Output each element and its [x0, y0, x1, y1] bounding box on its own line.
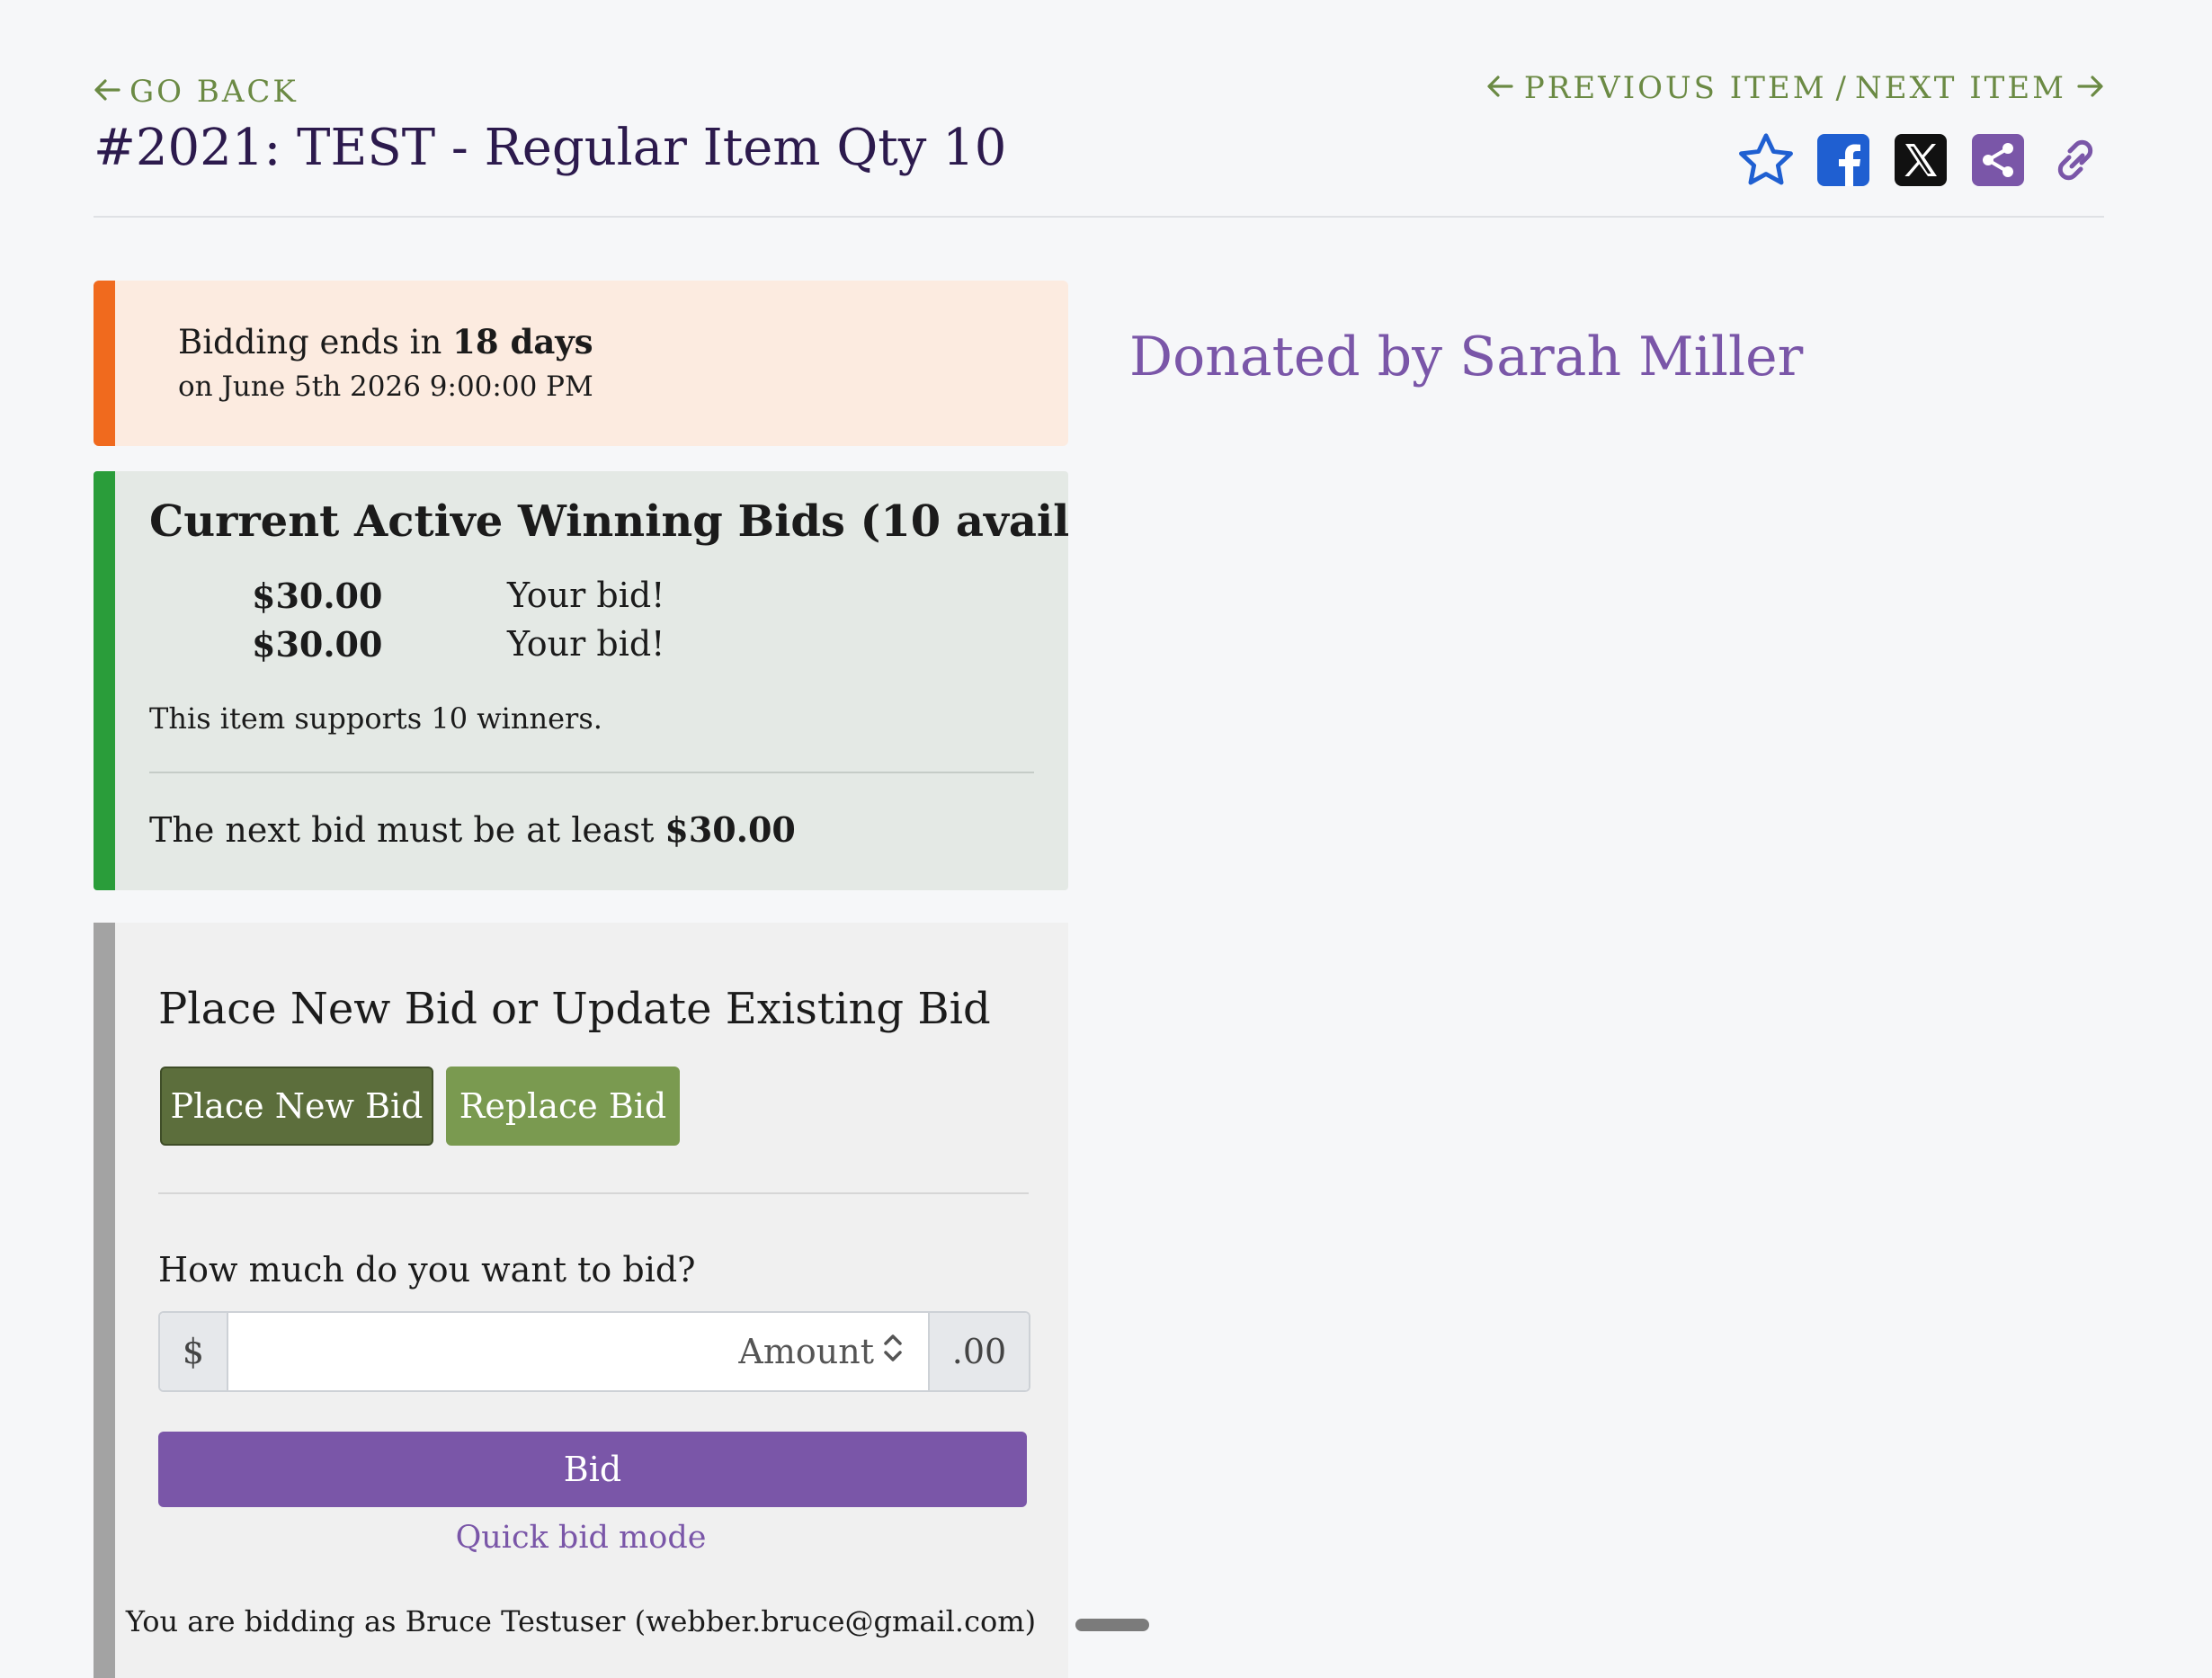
winning-accent-bar	[94, 471, 115, 890]
nav-separator: /	[1835, 70, 1846, 106]
share-toolbar	[1737, 131, 2104, 189]
go-back-label: GO BACK	[129, 74, 299, 110]
bid-form-heading: Place New Bid or Update Existing Bid	[158, 984, 991, 1034]
spinner-icon[interactable]	[881, 1330, 905, 1374]
x-twitter-icon[interactable]	[1892, 131, 1949, 189]
next-bid-prefix: The next bid must be at least	[149, 810, 665, 850]
bid-amount-question: How much do you want to bid?	[158, 1250, 696, 1290]
currency-prefix: $	[160, 1313, 228, 1390]
arrow-right-icon	[2077, 70, 2104, 106]
bid-form-panel: Place New Bid or Update Existing Bid Pla…	[94, 923, 1068, 1678]
bid-amount: $30.00	[252, 624, 383, 665]
header-divider	[94, 216, 2104, 218]
replace-bid-button[interactable]: Replace Bid	[446, 1067, 680, 1146]
amount-placeholder: Amount	[738, 1332, 874, 1371]
bidding-as-text: You are bidding as Bruce Testuser (webbe…	[125, 1604, 1037, 1638]
bidding-ends-date: on June 5th 2026 9:00:00 PM	[178, 370, 593, 403]
item-navigation: PREVIOUS ITEM / NEXT ITEM	[1486, 70, 2104, 106]
donor-credit: Donated by Sarah Miller	[1129, 326, 1804, 388]
place-new-bid-button[interactable]: Place New Bid	[160, 1067, 433, 1146]
arrow-left-icon	[1486, 70, 1513, 106]
previous-item-label: PREVIOUS ITEM	[1523, 70, 1827, 106]
next-item-link[interactable]: NEXT ITEM	[1855, 70, 2104, 106]
bidding-ends-line: Bidding ends in 18 days	[178, 322, 593, 361]
bid-row: $30.00 Your bid!	[252, 576, 664, 616]
winning-bids-heading: Current Active Winning Bids (10 availabl…	[149, 496, 1068, 547]
cents-suffix: .00	[928, 1313, 1029, 1390]
link-icon[interactable]	[2047, 131, 2104, 189]
bid-label: Your bid!	[507, 576, 665, 615]
next-bid-minimum: The next bid must be at least $30.00	[149, 809, 796, 850]
next-item-label: NEXT ITEM	[1854, 70, 2066, 106]
bidding-ends-alert: Bidding ends in 18 days on June 5th 2026…	[94, 281, 1068, 446]
quick-bid-mode-link[interactable]: Quick bid mode	[94, 1520, 1068, 1556]
share-icon[interactable]	[1969, 131, 2027, 189]
go-back-link[interactable]: GO BACK	[94, 74, 299, 110]
ends-remaining: 18 days	[452, 322, 593, 361]
next-bid-amount: $30.00	[664, 809, 796, 850]
form-accent-bar	[94, 923, 115, 1678]
winning-divider	[149, 772, 1034, 773]
star-icon[interactable]	[1737, 131, 1795, 189]
bid-row: $30.00 Your bid!	[252, 624, 664, 665]
alert-accent-bar	[94, 281, 115, 446]
bid-button[interactable]: Bid	[158, 1432, 1027, 1507]
bid-amount-input-group: $ Amount .00	[158, 1311, 1030, 1392]
arrow-left-icon	[94, 74, 120, 110]
bid-amount-input[interactable]: Amount	[228, 1313, 928, 1390]
ends-prefix: Bidding ends in	[178, 323, 453, 361]
bid-amount: $30.00	[252, 576, 383, 616]
previous-item-link[interactable]: PREVIOUS ITEM	[1486, 70, 1827, 106]
bid-label: Your bid!	[507, 624, 665, 664]
facebook-icon[interactable]	[1815, 131, 1872, 189]
page-title: #2021: TEST - Regular Item Qty 10	[94, 119, 1007, 177]
resize-handle[interactable]	[1075, 1619, 1149, 1631]
winning-bids-panel: Current Active Winning Bids (10 availabl…	[94, 471, 1068, 890]
winners-supported-text: This item supports 10 winners.	[149, 701, 602, 736]
form-divider	[158, 1192, 1029, 1194]
